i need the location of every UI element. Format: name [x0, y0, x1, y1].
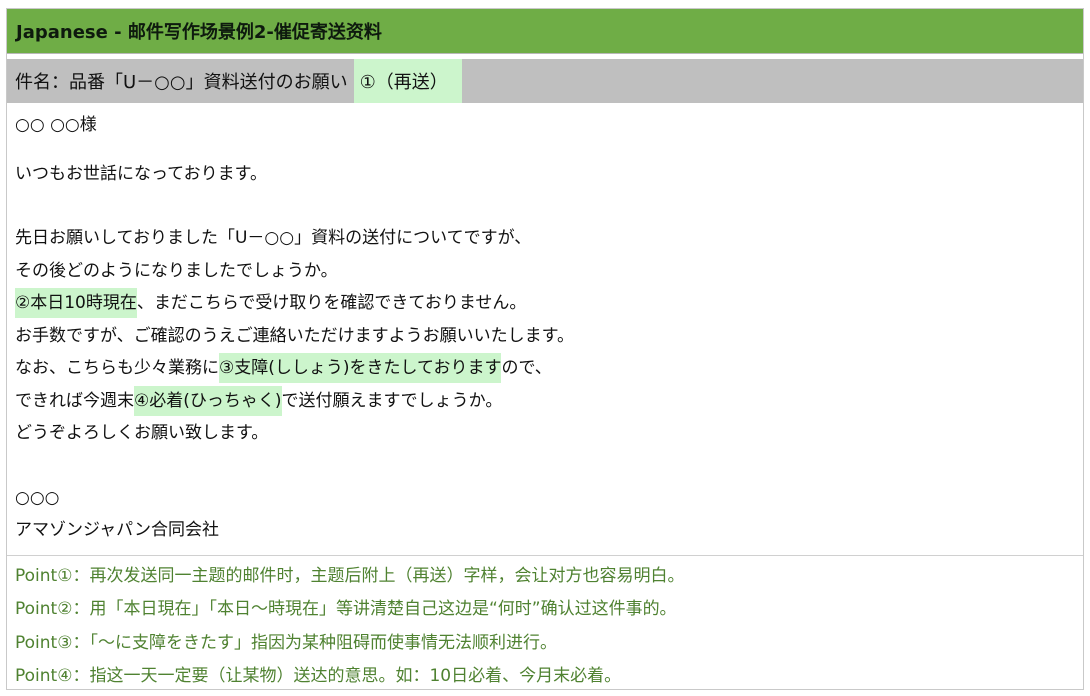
- opening-line: いつもお世話になっております。: [15, 163, 267, 184]
- points-section: Point①：再次发送同一主题的邮件时，主题后附上（再送）字样，会让对方也容易明…: [7, 554, 1083, 694]
- email-body: ○○ ○○様 いつもお世話になっております。 先日お願いしておりました「U－○○…: [7, 103, 1083, 547]
- email-example-card: Japanese - 邮件写作场景例2-催促寄送资料 件名：品番「U－○○」資料…: [6, 8, 1084, 690]
- body-line-5: なお、こちらも少々業務に③支障(ししょう)をきたしておりますので、: [15, 352, 1075, 385]
- signature-name: ○○○: [15, 487, 60, 508]
- point-1: Point①：再次发送同一主题的邮件时，主题后附上（再送）字样，会让对方也容易明…: [15, 565, 685, 586]
- signature-company: アマゾンジャパン合同会社: [15, 520, 219, 540]
- body-line-6-pre: できれば今週末: [15, 390, 134, 411]
- body-line-3: ②本日10時現在、まだこちらで受け取りを確認できておりません。: [15, 287, 1075, 320]
- body-line-4: お手数ですが、ご確認のうえご連絡いただけますようお願いいたします。: [15, 325, 574, 346]
- body-line-6-post: で送付願えますでしょうか。: [281, 390, 503, 411]
- greeting: ○○ ○○様: [15, 115, 97, 135]
- body-line-2: その後どのようになりましたでしょうか。: [15, 260, 338, 281]
- subject-text: 件名：品番「U－○○」資料送付のお願い: [15, 72, 348, 93]
- body-line-3-rest: 、まだこちらで受け取りを確認できておりません。: [136, 293, 527, 313]
- point-2: Point②：用「本日現在」「本日～時現在」等讲清楚自己这边是“何时”确认过这件…: [15, 599, 677, 619]
- highlight-point-4: ④必着(ひっちゃく): [134, 385, 282, 416]
- closing-line: どうぞよろしくお願い致します。: [15, 423, 269, 443]
- point-3: Point③：「～に支障をきたす」指因为某种阻碍而使事情无法顺利进行。: [15, 632, 557, 653]
- email-subject: 件名：品番「U－○○」資料送付のお願い ①（再送）: [7, 59, 1083, 103]
- highlight-point-2: ②本日10時現在: [15, 288, 137, 318]
- highlight-point-3: ③支障(ししょう)をきたしております: [219, 353, 502, 383]
- point-4: Point④：指这一天一定要（让某物）送达的意思。如：10日必着、今月末必着。: [15, 666, 622, 686]
- body-line-5-post: ので、: [501, 358, 552, 378]
- body-line-5-pre: なお、こちらも少々業務に: [15, 358, 219, 378]
- body-line-1: 先日お願いしておりました「U－○○」資料の送付についてですが、: [15, 228, 532, 248]
- subject-highlight-resend: ①（再送）: [353, 59, 462, 103]
- section-title: Japanese - 邮件写作场景例2-催促寄送资料: [7, 9, 1083, 54]
- body-line-6: できれば今週末④必着(ひっちゃく)で送付願えますでしょうか。: [15, 385, 1075, 418]
